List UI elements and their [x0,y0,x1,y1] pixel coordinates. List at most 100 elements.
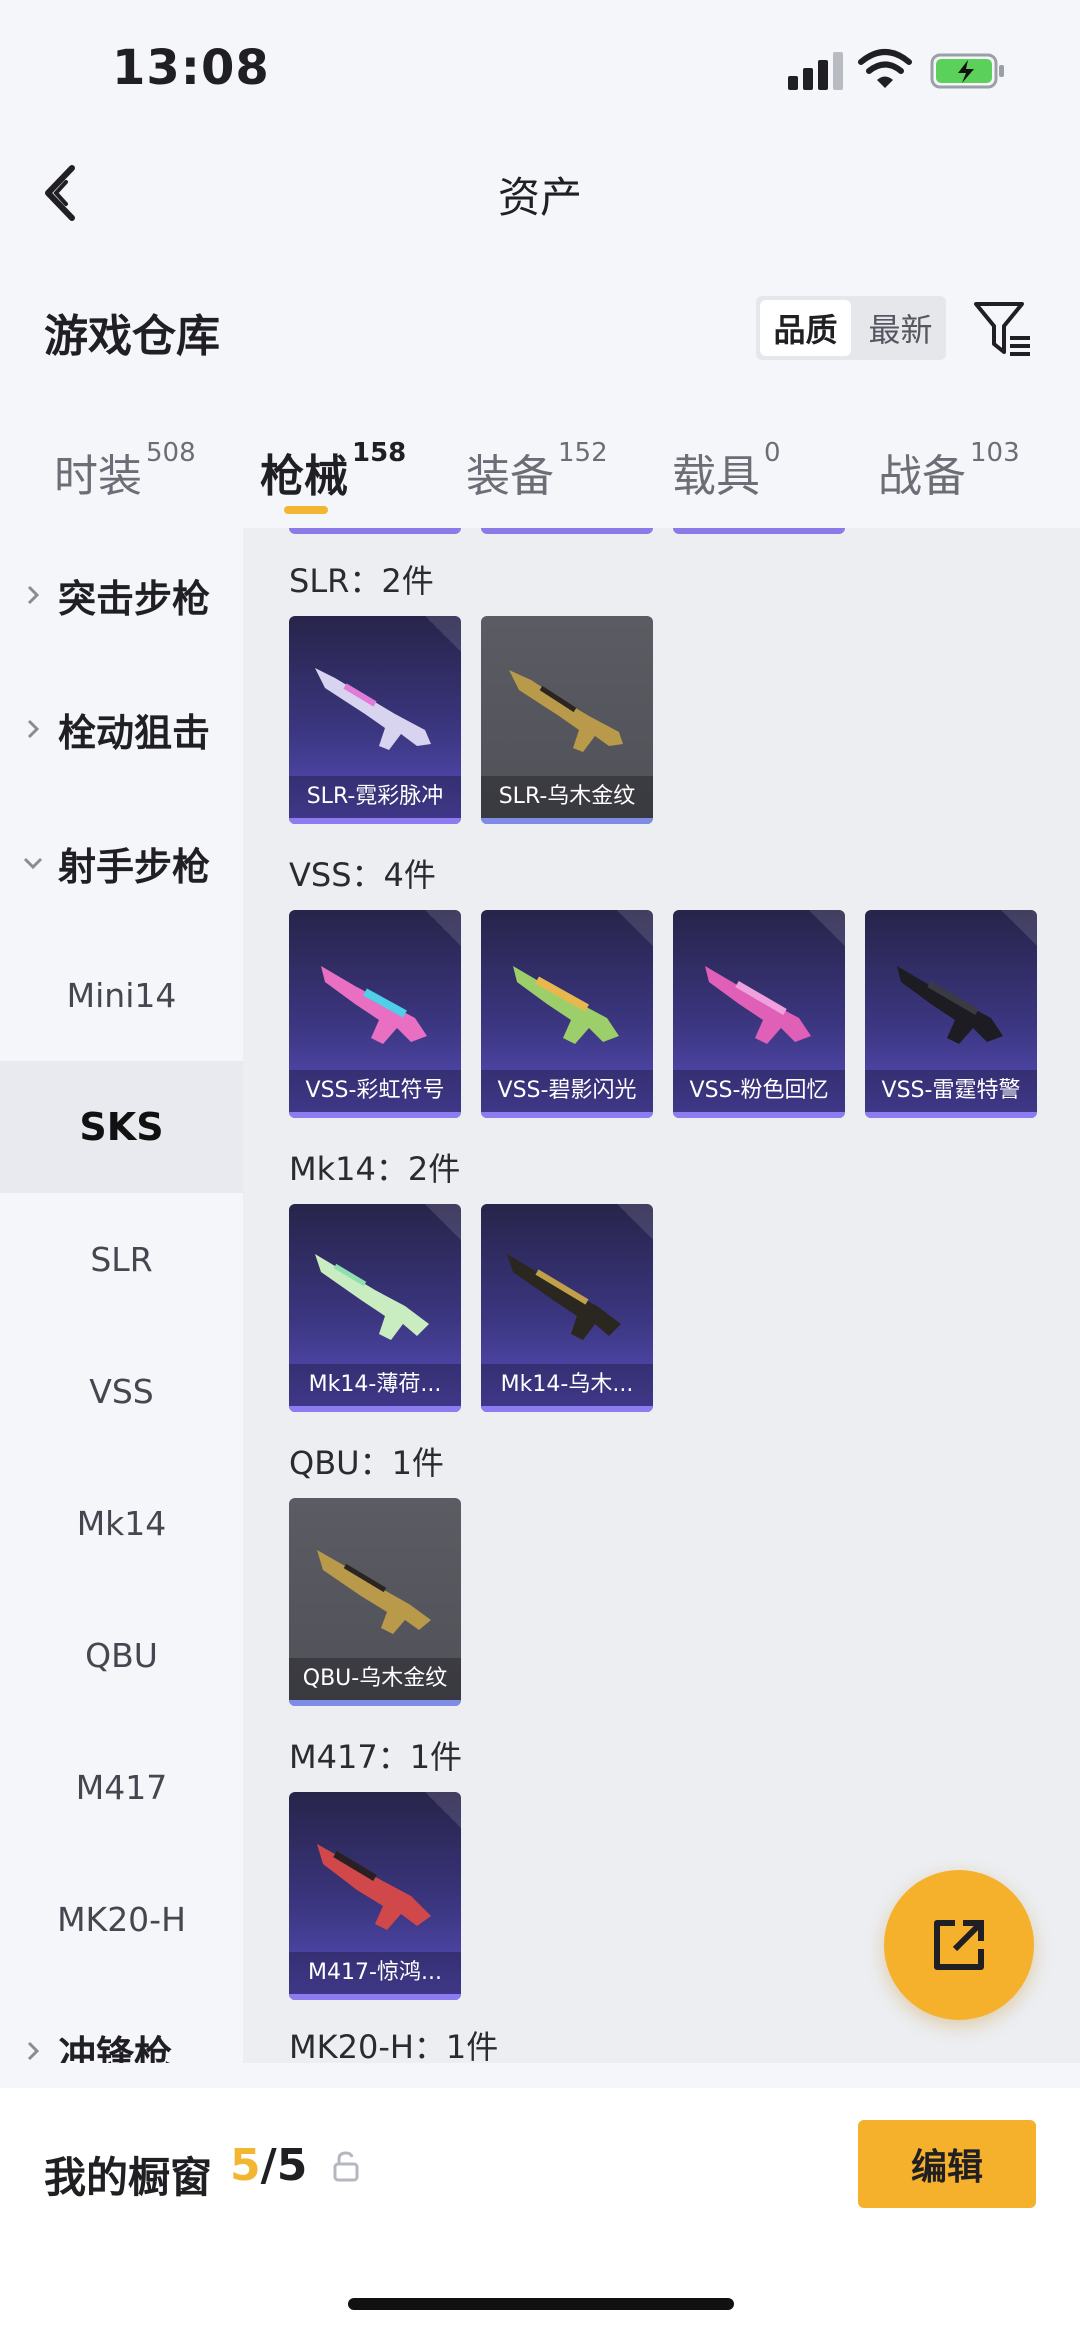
card-label: VSS-碧影闪光 [481,1070,653,1112]
weapon-card[interactable]: VSS-碧影闪光 [481,910,653,1118]
card-rarity-bar [673,1112,845,1118]
weapon-card[interactable]: Mk14-薄荷... [289,1204,461,1412]
showcase-count-total: /5 [260,2140,308,2191]
weapon-card[interactable]: VSS-粉色回忆 [673,910,845,1118]
rifle-icon [897,966,1003,1044]
page-title: 资产 [497,173,582,222]
tab-count: 103 [970,438,1020,469]
section-title-qbu: QBU：1件 [289,1444,444,1482]
card-rarity-bar [481,818,653,824]
section-title-vss: VSS：4件 [289,856,436,894]
warehouse-header: 游戏仓库 品质 最新 [0,270,1080,390]
sidebar-group-label: 突击步枪 [58,576,211,621]
tab-outfits[interactable]: 时装 508 [54,438,196,504]
tab-count: 508 [146,438,196,469]
lock-icon [333,2151,359,2182]
showcase-count-current: 5 [230,2140,261,2191]
card-rarity-bar [481,1112,653,1118]
tab-label: 时装 [54,451,142,502]
tab-supplies[interactable]: 战备 103 [878,438,1020,504]
wifi-icon [858,49,912,88]
card-rarity-bar [289,1406,461,1412]
card-rarity-bar [289,1994,461,2000]
sidebar-group-marksman-rifle[interactable]: 射手步枪 [0,818,243,908]
rifle-icon [513,966,619,1044]
card-rarity-bar [481,528,653,534]
sort-newest-button[interactable]: 最新 [855,296,946,360]
card-label: Mk14-薄荷... [289,1364,461,1406]
tab-label: 枪械 [260,451,348,502]
card-rarity-bar [289,528,461,534]
card-label: Mk14-乌木... [481,1364,653,1406]
weapon-grid: SLR：2件 SLR-霓彩脉冲 SLR-乌木金纹 VSS：4件 VSS-彩虹符号… [243,528,1080,2063]
sidebar-item-sks[interactable]: SKS [0,1061,243,1193]
card-label: VSS-粉色回忆 [673,1070,845,1112]
edit-button[interactable]: 编辑 [858,2120,1036,2208]
navigation-bar: 资产 [0,140,1080,250]
rifle-icon [509,670,623,752]
warehouse-title: 游戏仓库 [44,311,220,362]
sidebar-item-mk14[interactable]: Mk14 [0,1457,243,1589]
card-label: SLR-霓彩脉冲 [289,776,461,818]
card-label: QBU-乌木金纹 [289,1658,461,1700]
status-time: 13:08 [112,40,270,96]
weapon-category-sidebar: 突击步枪 栓动狙击 射手步枪 Mini14 SKS SLR VSS Mk14 Q… [0,528,243,2063]
card-rarity-bar [865,1112,1037,1118]
sidebar-group-label: 射手步枪 [58,844,211,889]
sort-quality-button[interactable]: 品质 [760,300,851,356]
card-label: VSS-彩虹符号 [289,1070,461,1112]
tab-count: 158 [352,438,407,469]
card-rarity-bar [289,1112,461,1118]
sidebar-group-smg[interactable]: 冲锋枪 [0,2006,243,2063]
sidebar-item-qbu[interactable]: QBU [0,1589,243,1721]
chevron-right-icon [27,585,40,605]
rifle-icon [705,966,811,1044]
weapon-card[interactable]: VSS-雷霆特警 [865,910,1037,1118]
home-indicator[interactable] [348,2298,734,2310]
section-title-slr: SLR：2件 [289,562,434,600]
weapon-card[interactable]: VSS-彩虹符号 [289,910,461,1118]
showcase-count: 5/5 [230,2140,307,2191]
sidebar-item-slr[interactable]: SLR [0,1193,243,1325]
sidebar-item-m417[interactable]: M417 [0,1721,243,1853]
section-title-mk14: Mk14：2件 [289,1150,461,1188]
card-label: VSS-雷霆特警 [865,1070,1037,1112]
sidebar-group-label: 栓动狙击 [58,710,211,755]
sidebar-group-label: 冲锋枪 [58,2032,173,2064]
card-rarity-bar [289,1700,461,1706]
rifle-icon [317,1550,431,1634]
rifle-icon [507,1254,621,1340]
chevron-right-icon [27,2041,40,2061]
tab-count: 152 [558,438,608,469]
section-title-mk20h: MK20-H：1件 [289,2028,499,2063]
chevron-right-icon [27,719,40,739]
tab-equipment[interactable]: 装备 152 [466,438,608,504]
card-label: M417-惊鸿... [289,1952,461,1994]
weapon-card[interactable]: SLR-霓彩脉冲 [289,616,461,824]
share-button[interactable] [884,1870,1034,2020]
tab-weapons[interactable]: 枪械 158 [260,438,407,504]
weapon-card[interactable]: SLR-乌木金纹 [481,616,653,824]
category-tabs: 时装 508 枪械 158 装备 152 载具 0 战备 103 [0,420,1080,528]
card-rarity-bar [673,528,845,534]
share-icon [934,1920,984,1970]
weapon-card[interactable]: M417-惊鸿... [289,1792,461,2000]
tab-vehicles[interactable]: 载具 0 [672,438,781,504]
sidebar-item-mini14[interactable]: Mini14 [0,929,243,1061]
rifle-icon [321,966,427,1044]
status-bar: 13:08 [0,0,1080,140]
sidebar-group-assault-rifle[interactable]: 突击步枪 [0,550,243,640]
weapon-card[interactable]: QBU-乌木金纹 [289,1498,461,1706]
tab-label: 装备 [466,451,554,502]
tab-count: 0 [764,438,781,469]
active-tab-indicator [284,506,328,514]
card-label: SLR-乌木金纹 [481,776,653,818]
sidebar-group-bolt-sniper[interactable]: 栓动狙击 [0,684,243,774]
sidebar-item-mk20h[interactable]: MK20-H [0,1853,243,1985]
battery-icon [930,53,1004,89]
sort-toggle: 品质 最新 [756,296,946,360]
sidebar-item-vss[interactable]: VSS [0,1325,243,1457]
weapon-card[interactable]: Mk14-乌木... [481,1204,653,1412]
section-title-m417: M417：1件 [289,1738,463,1776]
filter-icon[interactable] [972,298,1034,360]
